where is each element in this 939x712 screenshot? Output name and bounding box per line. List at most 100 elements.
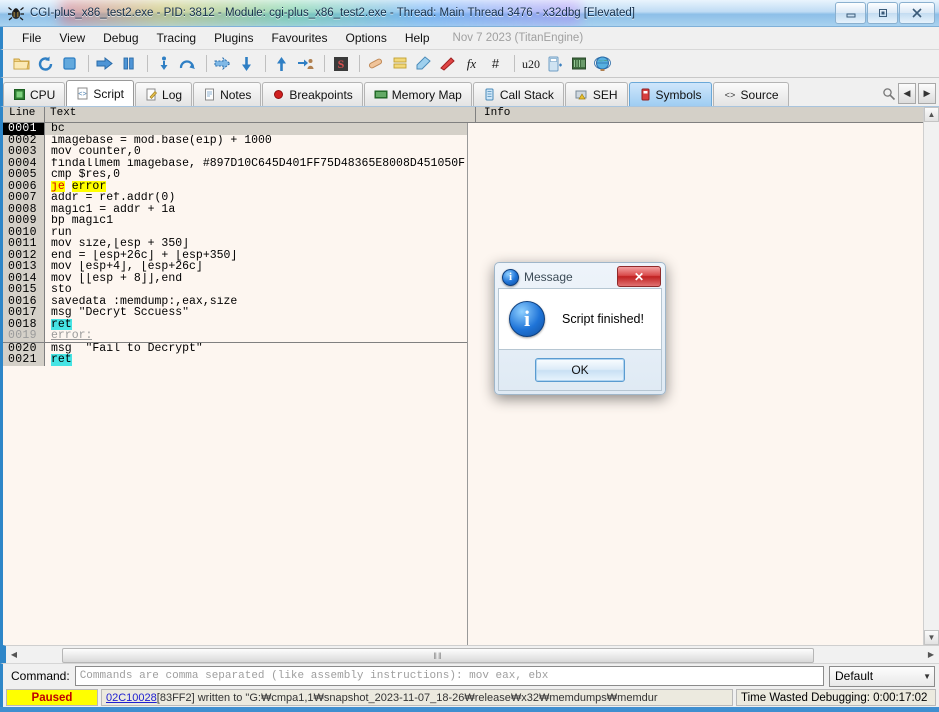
close-button[interactable] <box>899 2 935 24</box>
log-icon[interactable] <box>389 53 410 74</box>
tab-notes[interactable]: Notes <box>193 82 262 106</box>
script-row[interactable]: 0014 mov [[esp + 8]],end <box>3 272 467 284</box>
scroll-up-button[interactable]: ▲ <box>924 107 939 122</box>
menu-item-debug[interactable]: Debug <box>94 29 147 47</box>
tab-label: CPU <box>30 87 56 102</box>
command-bar: Command: Commands are comma separated (l… <box>0 663 939 688</box>
command-input[interactable]: Commands are comma separated (like assem… <box>74 666 824 686</box>
script-row[interactable]: 0005 cmp $res,0 <box>3 169 467 181</box>
tab-script[interactable]: <> Script <box>66 80 135 106</box>
magnifier-icon[interactable] <box>882 87 896 101</box>
script-row[interactable]: 0021 ret <box>3 354 467 366</box>
tab-source[interactable]: <> Source <box>712 82 789 106</box>
comment-icon[interactable] <box>413 53 434 74</box>
hscroll-track[interactable]: ‖‖ <box>22 648 923 663</box>
tab-memory-map[interactable]: Memory Map <box>363 82 472 106</box>
toolbar-separator <box>265 55 266 72</box>
script-row[interactable]: 0001 bc <box>3 123 467 135</box>
maximize-button[interactable] <box>867 2 898 24</box>
tab-prev-button[interactable]: ◀ <box>898 83 916 104</box>
script-line-text: msg "Fail to Decrypt" <box>51 342 203 354</box>
run-icon[interactable] <box>94 53 115 74</box>
script-icon: <> <box>77 87 88 100</box>
script-row[interactable]: 0016 savedata :memdump:,eax,size <box>3 295 467 307</box>
menu-item-options[interactable]: Options <box>336 29 395 47</box>
stop-icon[interactable] <box>59 53 80 74</box>
tab-seh[interactable]: SEH <box>564 82 628 106</box>
script-lines-pane[interactable]: 0001 bc 0002 imagebase = mod.base(eip) + 10… <box>3 123 468 645</box>
globe-icon[interactable] <box>592 53 613 74</box>
scroll-left-button[interactable]: ◀ <box>6 647 22 662</box>
status-badge: Paused <box>6 689 98 706</box>
column-header-text[interactable]: Text <box>45 107 476 122</box>
tab-symbols[interactable]: Symbols <box>628 82 712 106</box>
dialog-body: i Script finished! <box>498 288 662 350</box>
scroll-down-button[interactable]: ▼ <box>924 630 939 645</box>
font-icon[interactable]: A\u2082 <box>520 53 541 74</box>
column-header-info[interactable]: Info <box>476 107 939 122</box>
ok-button[interactable]: OK <box>535 358 625 382</box>
dialog-title: Message <box>524 270 573 284</box>
menu-item-help[interactable]: Help <box>396 29 439 47</box>
script-row[interactable]: 0012 end = [esp+26c] + [esp+350] <box>3 249 467 261</box>
script-row[interactable]: 0011 mov size,[esp + 350] <box>3 238 467 250</box>
open-icon[interactable] <box>11 53 32 74</box>
status-time-wasted: Time Wasted Debugging: 0:00:17:02 <box>736 689 936 706</box>
horizontal-scrollbar[interactable]: ◀ ‖‖ ▶ <box>3 645 939 663</box>
run-to-user-icon[interactable] <box>295 53 316 74</box>
script-row[interactable]: 0018 ret <box>3 318 467 330</box>
menu-item-tracing[interactable]: Tracing <box>148 29 206 47</box>
script-row[interactable]: 0020 msg "Fail to Decrypt" <box>3 342 467 354</box>
trace-into-icon[interactable] <box>212 53 233 74</box>
restart-icon[interactable] <box>35 53 56 74</box>
status-log-address[interactable]: 02C10028 <box>106 692 157 704</box>
script-line-text: imagebase = mod.base(eip) + 1000 <box>51 134 272 146</box>
script-row[interactable]: 0003 mov counter,0 <box>3 146 467 158</box>
script-row[interactable]: 0006 je error <box>3 180 467 192</box>
patch-icon[interactable] <box>365 53 386 74</box>
script-row[interactable]: 0015 sto <box>3 284 467 296</box>
hscroll-thumb[interactable]: ‖‖ <box>62 648 814 663</box>
column-header-line[interactable]: Line <box>3 107 45 122</box>
hash-icon[interactable]: # <box>485 53 506 74</box>
menu-item-view[interactable]: View <box>50 29 94 47</box>
script-row[interactable]: 0017 msg "Decryt Sccuess" <box>3 307 467 319</box>
step-over-icon[interactable] <box>177 53 198 74</box>
bookmark-icon[interactable] <box>437 53 458 74</box>
tab-call-stack[interactable]: Call Stack <box>472 82 564 106</box>
menu-item-favourites[interactable]: Favourites <box>262 29 336 47</box>
dialog-title-bar: i Message ✕ <box>498 266 662 288</box>
calculator-icon[interactable] <box>544 53 565 74</box>
script-row[interactable]: 0002 imagebase = mod.base(eip) + 1000 <box>3 134 467 146</box>
script-row[interactable]: 0013 mov [esp+4], [esp+26c] <box>3 261 467 273</box>
trace-over-icon[interactable] <box>271 53 292 74</box>
script-row[interactable]: 0009 bp magic1 <box>3 215 467 227</box>
command-mode-select[interactable]: Default ▼ <box>829 665 935 687</box>
script-line-number: 0011 <box>3 238 45 250</box>
menu-item-file[interactable]: File <box>13 29 50 47</box>
cpu-icon <box>14 89 25 100</box>
script-row[interactable]: 0004 findallmem imagebase, #897D10C645D40… <box>3 157 467 169</box>
scylla-icon[interactable]: S <box>330 53 351 74</box>
script-row[interactable]: 0019 error: <box>3 330 467 343</box>
tab-breakpoints[interactable]: Breakpoints <box>262 82 363 106</box>
dialog-close-button[interactable]: ✕ <box>617 266 661 287</box>
tab-next-button[interactable]: ▶ <box>918 83 936 104</box>
info-icon: i <box>502 268 519 286</box>
script-row[interactable]: 0010 run <box>3 226 467 238</box>
script-view: Line Text Info 0001 bc 0002 imagebase = mod… <box>0 107 939 663</box>
vertical-scrollbar[interactable]: ▲ ▼ <box>923 107 939 645</box>
memory-icon[interactable] <box>568 53 589 74</box>
step-out-icon[interactable] <box>236 53 257 74</box>
menu-item-plugins[interactable]: Plugins <box>205 29 262 47</box>
script-row[interactable]: 0007 addr = ref.addr(0) <box>3 192 467 204</box>
tab-log[interactable]: Log <box>135 82 193 106</box>
tab-cpu[interactable]: CPU <box>3 82 66 106</box>
function-icon[interactable]: fx <box>461 53 482 74</box>
step-into-icon[interactable] <box>153 53 174 74</box>
minimize-button[interactable] <box>835 2 866 24</box>
script-row[interactable]: 0008 magic1 = addr + 1a <box>3 203 467 215</box>
seh-icon <box>575 90 587 100</box>
pause-icon[interactable] <box>118 53 139 74</box>
scroll-right-button[interactable]: ▶ <box>923 647 939 662</box>
